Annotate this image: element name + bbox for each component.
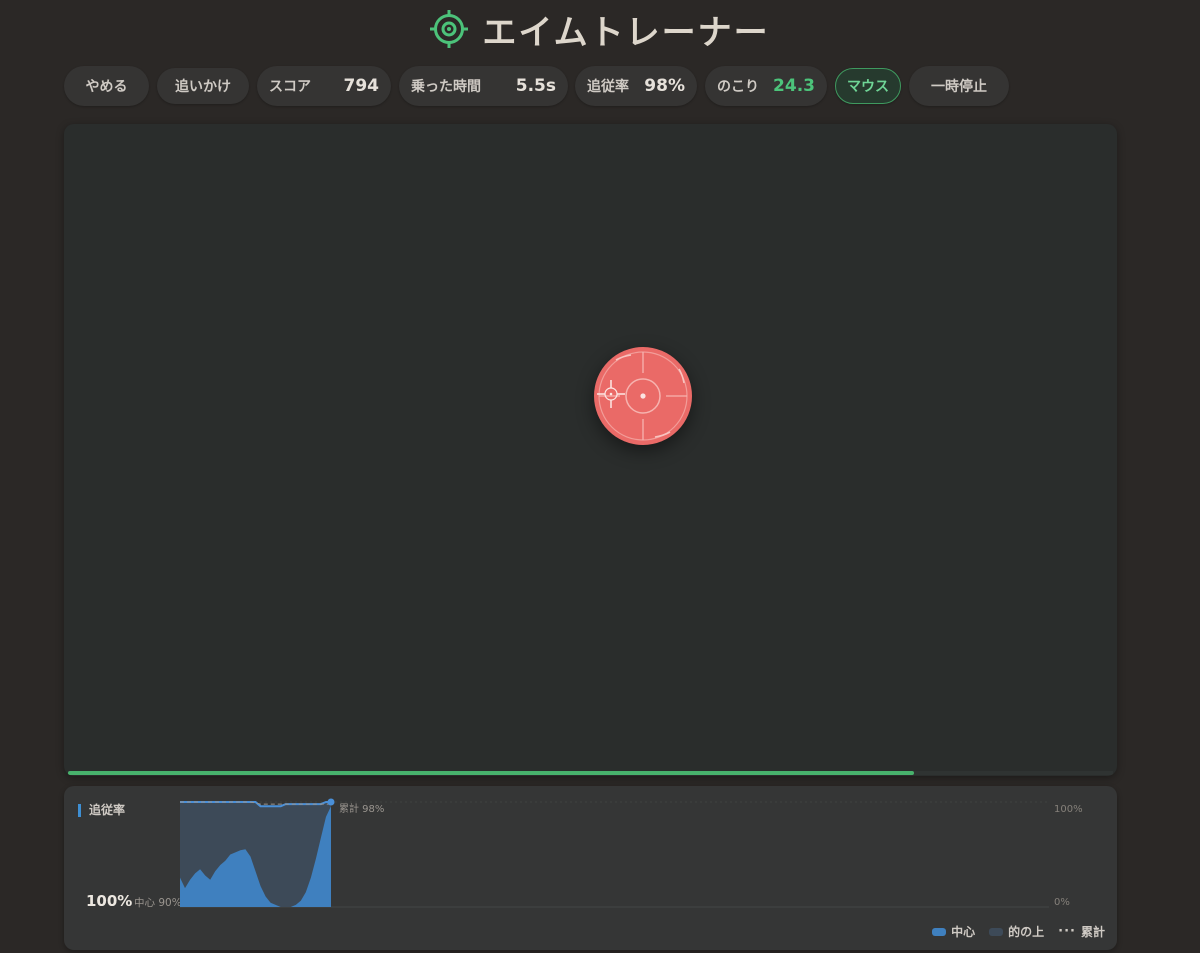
input-mode-label: マウス (847, 79, 889, 95)
remaining-time-label: のこり (717, 79, 759, 95)
crosshair-cursor-icon (597, 380, 625, 408)
legend-center: 中心 (932, 923, 975, 940)
ride-time-value: 5.5s (515, 76, 556, 96)
app-header: エイムトレーナー (0, 6, 1200, 53)
input-mode-toggle[interactable]: マウス (835, 68, 901, 104)
round-progress-bar (68, 771, 1113, 775)
score-stat: スコア 794 (257, 66, 391, 106)
legend-cumulative-dots: ··· (1058, 924, 1076, 939)
play-arena[interactable] (64, 124, 1117, 776)
cumulative-label: 累計 98% (339, 802, 384, 815)
y-axis-min-label: 0% (1054, 897, 1070, 908)
page-title: エイムトレーナー (482, 12, 770, 53)
ride-time-label: 乗った時間 (411, 79, 481, 95)
chase-mode-label: 追いかけ (175, 79, 231, 95)
chart-legend: 中心 的の上 ··· 累計 (932, 923, 1105, 940)
ride-time-stat: 乗った時間 5.5s (399, 66, 568, 106)
crosshair-target-icon (430, 10, 469, 48)
tracking-rate-stat: 追従率 98% (575, 66, 697, 106)
quit-button-label: やめる (85, 79, 128, 95)
quit-button[interactable]: やめる (64, 66, 149, 106)
legend-cumulative-label: 累計 (1080, 925, 1105, 939)
legend-center-swatch (932, 927, 947, 936)
score-value: 794 (343, 76, 380, 96)
latest-point-marker (327, 798, 335, 806)
aim-trainer-app: エイムトレーナー やめる 追いかけ スコア 794 乗った時間 5.5s 追従率… (0, 0, 1200, 953)
tracking-rate-label: 追従率 (587, 79, 629, 95)
remaining-time-stat: のこり 24.3 (705, 66, 827, 106)
toolbar: やめる 追いかけ スコア 794 乗った時間 5.5s 追従率 98% のこり … (64, 66, 1124, 106)
tracking-chart-panel: 追従率 100% 中心 90% 累計 98% 100% 0% 中心 的の上 ··… (64, 786, 1117, 950)
score-label: スコア (269, 79, 311, 95)
legend-on-target-swatch (989, 927, 1004, 936)
pause-button-label: 一時停止 (931, 79, 987, 95)
tracking-rate-value: 98% (644, 76, 685, 96)
legend-cumulative: ··· 累計 (1058, 923, 1105, 940)
legend-center-label: 中心 (951, 925, 976, 939)
pause-button[interactable]: 一時停止 (909, 66, 1009, 106)
remaining-time-value: 24.3 (773, 76, 815, 96)
chase-mode-button[interactable]: 追いかけ (157, 68, 249, 104)
legend-on-target: 的の上 (989, 923, 1044, 940)
y-axis-max-label: 100% (1054, 804, 1083, 815)
round-progress-fill (68, 771, 915, 775)
legend-on-target-label: 的の上 (1008, 925, 1045, 939)
